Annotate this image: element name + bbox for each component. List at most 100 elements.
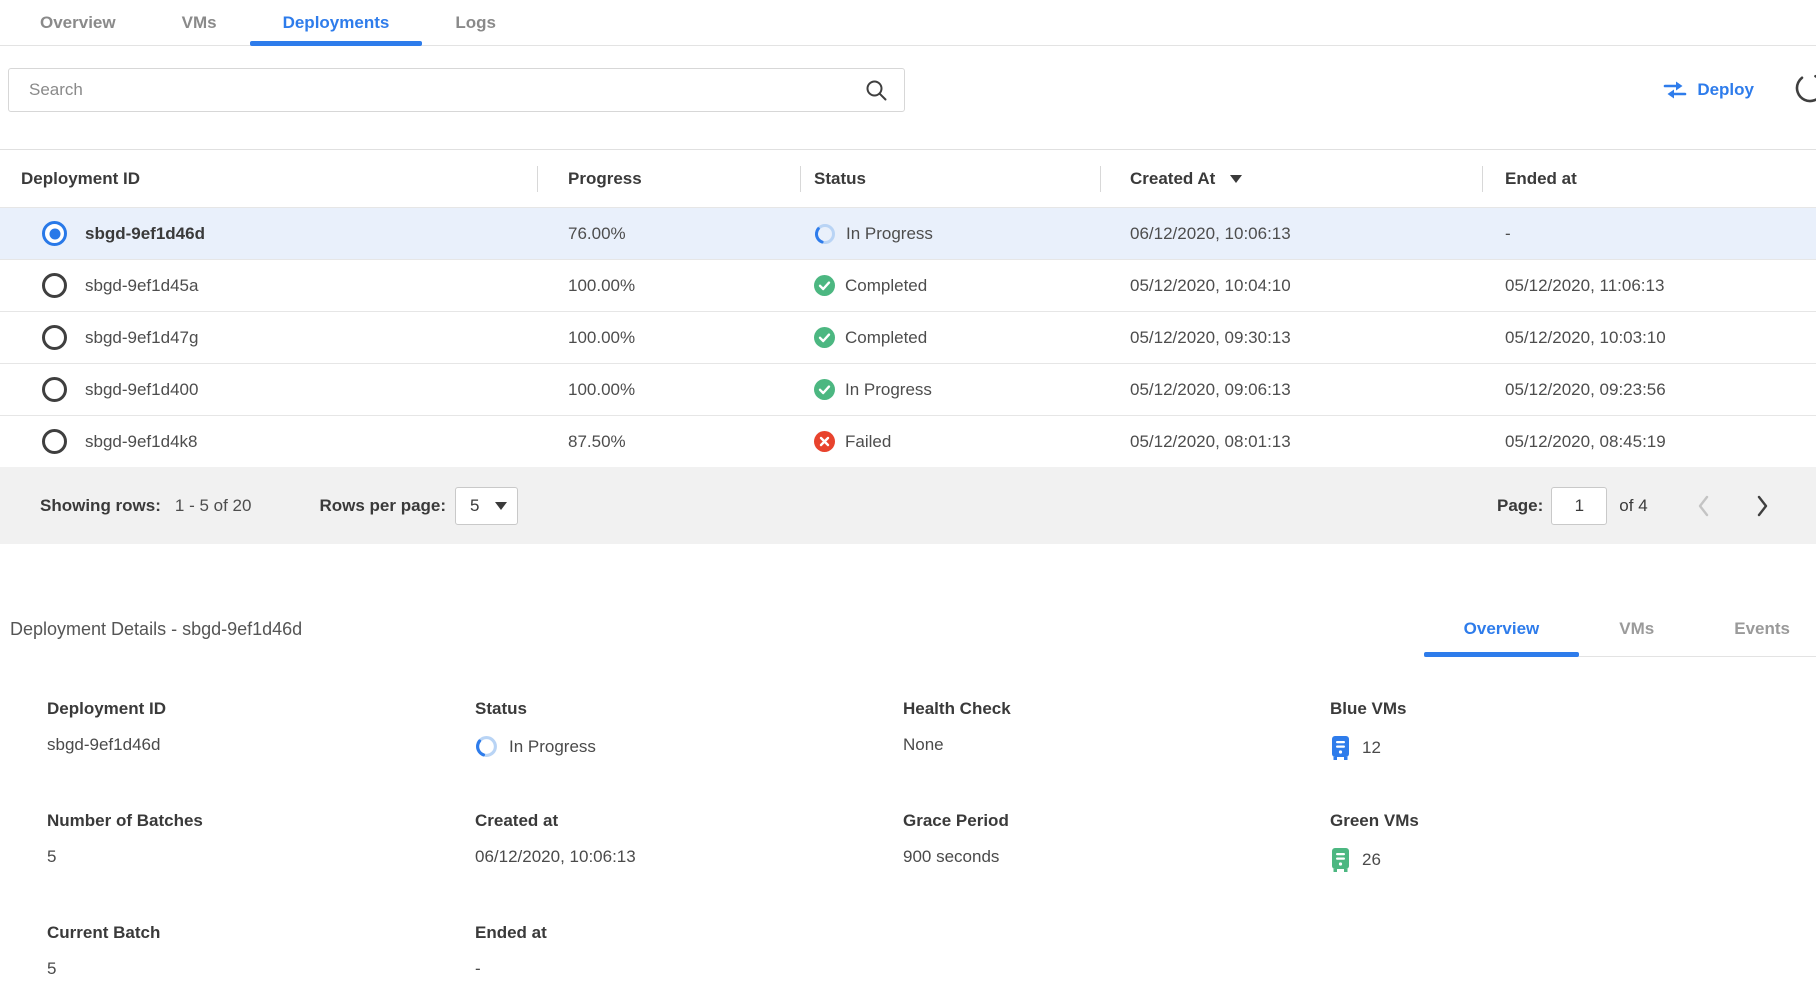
field-label: Green VMs — [1330, 811, 1816, 831]
table-row[interactable]: sbgd-9ef1d400 100.00% In Progress 05/12/… — [0, 363, 1816, 415]
field-value-text: None — [903, 735, 944, 755]
field-value: - — [475, 959, 903, 979]
field-label: Created at — [475, 811, 903, 831]
field-value: 06/12/2020, 10:06:13 — [475, 847, 903, 867]
search-icon[interactable] — [865, 79, 888, 102]
progress-cell: 76.00% — [537, 224, 800, 244]
created-at-cell: 05/12/2020, 10:04:10 — [1100, 276, 1482, 296]
ended-at-cell: 05/12/2020, 09:23:56 — [1482, 380, 1816, 400]
field-blue-vms: Blue VMs 12 — [1330, 699, 1816, 761]
table-row[interactable]: sbgd-9ef1d4k8 87.50% Failed 05/12/2020, … — [0, 415, 1816, 467]
created-at-cell: 06/12/2020, 10:06:13 — [1100, 224, 1482, 244]
search-box — [8, 68, 905, 112]
page-label: Page: — [1497, 496, 1543, 516]
column-header-ended-at[interactable]: Ended at — [1482, 169, 1816, 189]
details-tab-events[interactable]: Events — [1694, 601, 1816, 656]
column-header-progress[interactable]: Progress — [537, 169, 800, 189]
field-label: Current Batch — [47, 923, 475, 943]
field-value: None — [903, 735, 1330, 755]
showing-rows-label: Showing rows: — [40, 496, 161, 516]
tab-deployments[interactable]: Deployments — [250, 0, 423, 45]
deploy-button[interactable]: Deploy — [1662, 68, 1754, 112]
created-at-cell: 05/12/2020, 08:01:13 — [1100, 432, 1482, 452]
deployments-page: Overview VMs Deployments Logs — [0, 0, 1816, 992]
deployments-table: Deployment ID Progress Status Created At… — [0, 149, 1816, 544]
row-radio-button[interactable] — [42, 325, 67, 350]
column-header-created-at[interactable]: Created At — [1100, 169, 1482, 189]
deploy-button-label: Deploy — [1697, 80, 1754, 100]
progress-cell: 100.00% — [537, 328, 800, 348]
status-error-icon — [814, 431, 835, 452]
tab-overview[interactable]: Overview — [7, 0, 149, 45]
table-row[interactable]: sbgd-9ef1d46d 76.00% In Progress 06/12/2… — [0, 207, 1816, 259]
tab-logs[interactable]: Logs — [422, 0, 529, 45]
status-label: In Progress — [846, 224, 933, 244]
field-current-batch: Current Batch 5 — [47, 923, 475, 979]
search-input[interactable] — [9, 80, 865, 100]
field-value-text: sbgd-9ef1d46d — [47, 735, 160, 755]
field-label: Ended at — [475, 923, 903, 943]
ended-at-cell: 05/12/2020, 10:03:10 — [1482, 328, 1816, 348]
sort-desc-icon — [1230, 175, 1242, 183]
field-value-text: 26 — [1362, 850, 1381, 870]
ended-at-cell: 05/12/2020, 11:06:13 — [1482, 276, 1816, 296]
rows-per-page-select[interactable]: 5 — [455, 487, 518, 525]
table-footer: Showing rows: 1 - 5 of 20 Rows per page:… — [0, 467, 1816, 544]
progress-cell: 100.00% — [537, 276, 800, 296]
field-value-text: 12 — [1362, 738, 1381, 758]
row-radio-button[interactable] — [42, 429, 67, 454]
field-value-text: 900 seconds — [903, 847, 999, 867]
row-radio-button[interactable] — [42, 377, 67, 402]
created-at-cell: 05/12/2020, 09:06:13 — [1100, 380, 1482, 400]
field-health-check: Health Check None — [903, 699, 1330, 761]
table-row[interactable]: sbgd-9ef1d45a 100.00% Completed 05/12/20… — [0, 259, 1816, 311]
column-header-status[interactable]: Status — [800, 169, 1100, 189]
deployment-id-cell: sbgd-9ef1d47g — [85, 328, 198, 348]
rows-per-page-label: Rows per page: — [319, 496, 446, 516]
status-spinner-icon — [814, 223, 836, 245]
row-radio-button[interactable] — [42, 273, 67, 298]
next-page-button[interactable] — [1756, 494, 1770, 518]
rows-per-page-value: 5 — [470, 496, 479, 516]
deployment-id-cell: sbgd-9ef1d45a — [85, 276, 198, 296]
column-header-created-at-label: Created At — [1130, 169, 1215, 189]
field-green-vms: Green VMs 26 — [1330, 811, 1816, 873]
details-header: Deployment Details - sbgd-9ef1d46d Overv… — [0, 601, 1816, 657]
page-number-input[interactable] — [1551, 487, 1607, 525]
chevron-down-icon — [495, 502, 507, 510]
field-value-text: - — [475, 959, 481, 979]
vm-blue-icon — [1330, 735, 1351, 761]
field-label: Status — [475, 699, 903, 719]
details-tab-bar: Overview VMs Events — [1424, 601, 1816, 657]
vm-green-icon — [1330, 847, 1351, 873]
refresh-icon[interactable] — [1794, 72, 1816, 104]
field-value-text: 06/12/2020, 10:06:13 — [475, 847, 636, 867]
field-label: Deployment ID — [47, 699, 475, 719]
field-grace-period: Grace Period 900 seconds — [903, 811, 1330, 873]
details-tab-vms[interactable]: VMs — [1579, 601, 1694, 656]
status-check-icon — [814, 327, 835, 348]
field-value-text: 5 — [47, 847, 56, 867]
page-total-label: of 4 — [1619, 496, 1647, 516]
table-row[interactable]: sbgd-9ef1d47g 100.00% Completed 05/12/20… — [0, 311, 1816, 363]
field-number-of-batches: Number of Batches 5 — [47, 811, 475, 873]
field-label: Blue VMs — [1330, 699, 1816, 719]
table-header-row: Deployment ID Progress Status Created At… — [0, 150, 1816, 207]
field-value: 5 — [47, 959, 475, 979]
field-deployment-id: Deployment ID sbgd-9ef1d46d — [47, 699, 475, 761]
toolbar: Deploy — [0, 46, 1816, 149]
field-value: 5 — [47, 847, 475, 867]
field-value-text: 5 — [47, 959, 56, 979]
details-grid: Deployment ID sbgd-9ef1d46d Status In Pr… — [0, 699, 1816, 979]
tab-vms[interactable]: VMs — [149, 0, 250, 45]
status-label: In Progress — [845, 380, 932, 400]
details-tab-overview[interactable]: Overview — [1424, 601, 1580, 656]
previous-page-button[interactable] — [1696, 494, 1710, 518]
deployment-id-cell: sbgd-9ef1d46d — [85, 224, 205, 244]
row-radio-button[interactable] — [42, 221, 67, 246]
swap-arrows-icon — [1662, 80, 1688, 100]
field-value-text: In Progress — [509, 737, 596, 757]
field-ended-at: Ended at - — [475, 923, 903, 979]
showing-rows-value: 1 - 5 of 20 — [175, 496, 252, 516]
column-header-deployment-id[interactable]: Deployment ID — [0, 169, 537, 189]
